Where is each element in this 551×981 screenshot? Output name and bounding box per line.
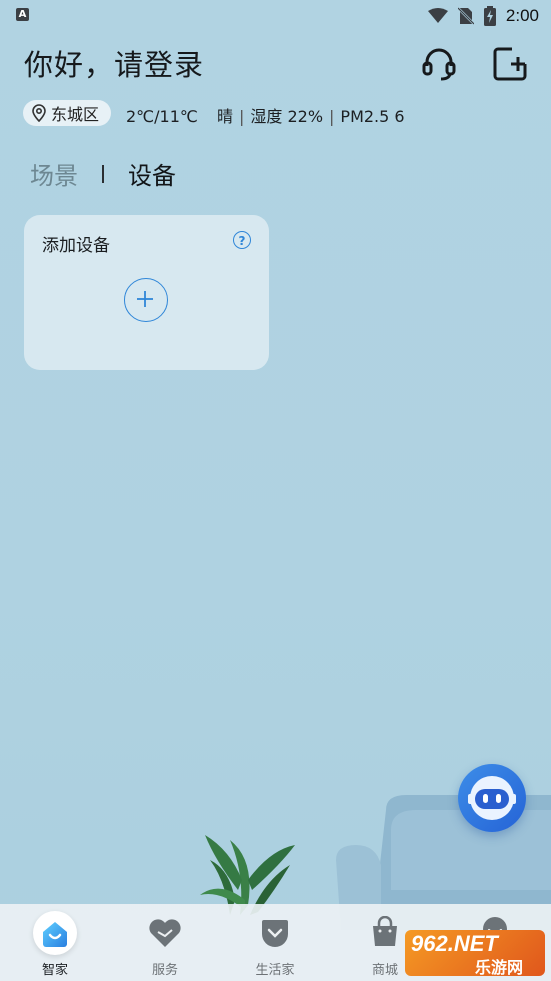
nav-label: 服务 bbox=[151, 963, 178, 978]
nav-label: 生活家 bbox=[255, 963, 295, 978]
add-button[interactable] bbox=[490, 44, 530, 84]
separator: | bbox=[238, 107, 245, 126]
separator: | bbox=[329, 107, 335, 126]
temperature: 2℃/11℃ bbox=[126, 107, 198, 126]
add-device-card[interactable]: 添加设备 ? bbox=[24, 215, 269, 370]
nav-label: 智家 bbox=[41, 963, 68, 978]
help-icon[interactable]: ? bbox=[233, 231, 251, 249]
tab-divider bbox=[102, 164, 104, 183]
shopping-bag-icon bbox=[373, 916, 397, 946]
heart-icon bbox=[149, 919, 181, 947]
wifi-icon bbox=[427, 8, 448, 23]
status-time: 2:00 bbox=[505, 6, 539, 25]
home-icon bbox=[43, 922, 67, 947]
tab-devices[interactable]: 设备 bbox=[128, 156, 176, 191]
status-bar: A 2:00 bbox=[0, 0, 551, 32]
location-label: 东城区 bbox=[51, 105, 100, 124]
tab-scenes[interactable]: 场景 bbox=[30, 156, 78, 191]
notification-a-icon: A bbox=[16, 8, 29, 21]
location-selector[interactable]: 东城区 bbox=[23, 100, 112, 126]
add-device-button[interactable] bbox=[124, 278, 168, 322]
tab-bar: 场景 设备 bbox=[30, 156, 176, 191]
headset-icon bbox=[422, 48, 456, 81]
pm25: PM2.5 6 bbox=[340, 107, 405, 126]
robot-face-icon bbox=[468, 776, 516, 820]
login-greeting[interactable]: 你好，请登录 bbox=[24, 42, 204, 84]
site-watermark: 962.NET 乐游网 bbox=[405, 930, 545, 977]
add-square-icon bbox=[493, 47, 527, 81]
plus-icon bbox=[137, 291, 153, 307]
humidity: 湿度 22% bbox=[250, 107, 324, 126]
location-pin-icon bbox=[32, 104, 46, 122]
nav-item-life[interactable]: 生活家 bbox=[235, 904, 315, 981]
no-sim-icon bbox=[457, 7, 474, 25]
battery-charging-icon bbox=[483, 6, 496, 26]
card-title: 添加设备 bbox=[42, 236, 110, 256]
nav-item-service[interactable]: 服务 bbox=[125, 904, 205, 981]
assistant-button[interactable] bbox=[458, 764, 526, 832]
weather-info: 2℃/11℃ 晴 | 湿度 22% | PM2.5 6 bbox=[126, 103, 405, 127]
weather-condition: 晴 bbox=[216, 107, 233, 126]
watermark-caption: 乐游网 bbox=[475, 958, 524, 977]
customer-service-button[interactable] bbox=[419, 44, 459, 84]
nav-item-home[interactable]: 智家 bbox=[15, 904, 95, 981]
pocket-icon bbox=[262, 920, 288, 947]
